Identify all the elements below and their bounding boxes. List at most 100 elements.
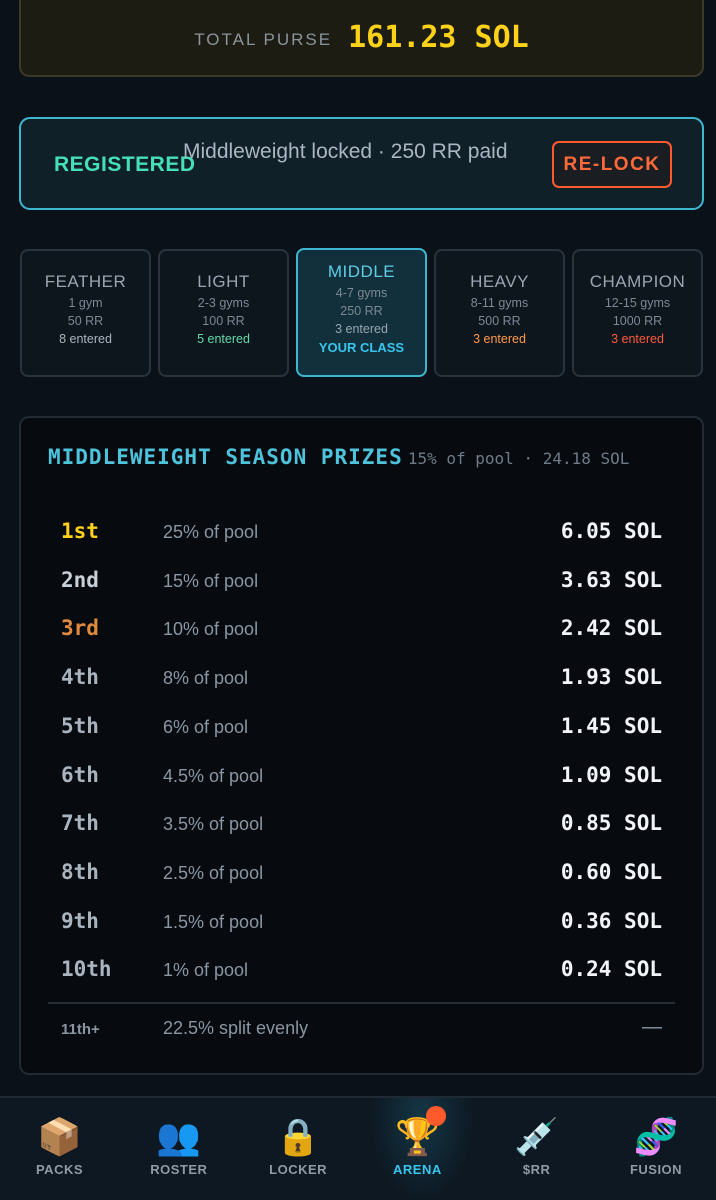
prize-rank: 4th — [61, 665, 99, 690]
prizes-divider — [48, 1002, 675, 1004]
relock-button[interactable]: RE-LOCK — [552, 141, 672, 188]
people-icon: 👥 — [156, 1117, 202, 1158]
prize-row: 5th 6% of pool 1.45 SOL — [21, 709, 702, 749]
prize-row: 8th 2.5% of pool 0.60 SOL — [21, 855, 702, 895]
prize-share: 2.5% of pool — [163, 862, 264, 883]
prize-row: 2nd 15% of pool 3.63 SOL — [21, 563, 702, 603]
class-name: FEATHER — [44, 272, 127, 291]
nav-tab-arena[interactable]: 🏆 ARENA — [358, 1098, 477, 1200]
prize-share: 8% of pool — [163, 668, 249, 689]
prize-amount: 1.09 SOL — [560, 762, 662, 787]
nav-tab-label: PACKS — [35, 1162, 84, 1177]
prize-amount: 0.60 SOL — [560, 859, 662, 884]
nav-tab-rr[interactable]: 💉 $RR — [477, 1098, 596, 1200]
total-purse-value: 161.23 SOL — [348, 20, 529, 55]
class-entered: 3 entered — [335, 322, 388, 336]
prize-share: 1% of pool — [163, 960, 249, 981]
prize-rank: 10th — [61, 957, 112, 982]
class-gyms: 4-7 gyms — [335, 286, 388, 300]
prize-rank: 7th — [61, 811, 99, 836]
class-gyms: 2-3 gyms — [197, 296, 250, 310]
prize-share: 6% of pool — [163, 716, 249, 737]
prize-share: 3.5% of pool — [163, 814, 264, 835]
prize-amount: — — [642, 1016, 662, 1038]
nav-tab-label: $RR — [522, 1162, 551, 1177]
prize-amount: 0.85 SOL — [560, 811, 662, 836]
dna-icon: 🧬 — [633, 1117, 679, 1158]
your-class-badge: YOUR CLASS — [318, 340, 405, 355]
prizes-title: MIDDLEWEIGHT SEASON PRIZES — [48, 445, 403, 469]
trophy-icon: 🏆 — [394, 1117, 440, 1158]
class-entered: 3 entered — [473, 332, 526, 346]
prize-row: 4th 8% of pool 1.93 SOL — [21, 660, 702, 700]
class-entered: 5 entered — [197, 332, 250, 346]
nav-tab-label: ROSTER — [150, 1162, 208, 1177]
registration-panel: REGISTERED Middleweight locked · 250 RR … — [19, 117, 704, 210]
class-fee: 250 RR — [340, 304, 383, 318]
notification-badge — [426, 1106, 446, 1126]
class-card-light[interactable]: LIGHT 2-3 gyms 100 RR 5 entered — [158, 249, 289, 377]
class-gyms: 12-15 gyms — [604, 296, 671, 310]
class-fee: 100 RR — [202, 314, 245, 328]
class-entered: 3 entered — [611, 332, 664, 346]
prize-rank: 5th — [61, 713, 99, 738]
prizes-heading: MIDDLEWEIGHT SEASON PRIZES 15% of pool ·… — [48, 444, 668, 472]
syringe-icon: 💉 — [514, 1117, 560, 1158]
prize-amount: 1.45 SOL — [560, 713, 662, 738]
class-fee: 500 RR — [478, 314, 521, 328]
prize-share: 10% of pool — [163, 619, 259, 640]
prize-rank: 3rd — [61, 616, 99, 641]
nav-tab-locker[interactable]: 🔒 LOCKER — [239, 1098, 358, 1200]
total-purse-banner: TOTAL PURSE 161.23 SOL — [19, 0, 704, 77]
class-card-feather[interactable]: FEATHER 1 gym 50 RR 8 entered — [20, 249, 151, 377]
prize-amount: 0.36 SOL — [560, 908, 662, 933]
nav-tab-roster[interactable]: 👥 ROSTER — [119, 1098, 238, 1200]
prize-share: 15% of pool — [163, 570, 259, 591]
class-name: CHAMPION — [589, 272, 686, 291]
class-card-middle[interactable]: MIDDLE 4-7 gyms 250 RR 3 entered YOUR CL… — [296, 248, 427, 377]
package-icon: 📦 — [37, 1117, 82, 1158]
prize-share: 1.5% of pool — [163, 911, 264, 932]
prize-row: 7th 3.5% of pool 0.85 SOL — [21, 806, 702, 846]
prize-amount: 6.05 SOL — [560, 519, 662, 543]
prize-rank: 11th+ — [61, 1021, 100, 1038]
prize-share: 25% of pool — [163, 522, 259, 542]
nav-tab-label: LOCKER — [269, 1162, 328, 1177]
class-name: HEAVY — [470, 272, 529, 291]
registration-status: REGISTERED — [54, 153, 196, 176]
prize-amount: 3.63 SOL — [560, 567, 662, 592]
class-card-heavy[interactable]: HEAVY 8-11 gyms 500 RR 3 entered — [434, 249, 565, 377]
prize-row: 6th 4.5% of pool 1.09 SOL — [21, 758, 702, 798]
nav-tab-label: FUSION — [629, 1162, 683, 1177]
prize-row: 1st 25% of pool 6.05 SOL — [21, 514, 702, 554]
prize-row: 3rd 10% of pool 2.42 SOL — [21, 611, 702, 651]
prize-rank: 9th — [61, 908, 99, 933]
prize-row-rest: 11th+ 22.5% split evenly — — [21, 1016, 702, 1046]
prize-rank: 8th — [61, 859, 99, 884]
prize-row: 10th 1% of pool 0.24 SOL — [21, 952, 702, 992]
class-entered: 8 entered — [59, 332, 112, 346]
prize-share: 22.5% split evenly — [163, 1018, 309, 1038]
prize-row: 9th 1.5% of pool 0.36 SOL — [21, 904, 702, 944]
prize-rank: 6th — [61, 762, 99, 787]
bottom-nav: 📦 PACKS 👥 ROSTER 🔒 LOCKER 🏆 ARENA 💉 $RR 🧬 FUSION — [0, 1096, 716, 1200]
prize-amount: 0.24 SOL — [560, 957, 662, 982]
prize-rank: 1st — [61, 519, 99, 543]
prize-share: 4.5% of pool — [163, 765, 264, 786]
class-name: LIGHT — [197, 272, 250, 291]
class-fee: 1000 RR — [612, 314, 663, 328]
prizes-subtitle: 15% of pool · 24.18 SOL — [407, 449, 630, 468]
prize-amount: 1.93 SOL — [560, 665, 662, 690]
class-gyms: 8-11 gyms — [470, 296, 529, 310]
prize-amount: 2.42 SOL — [560, 616, 662, 641]
nav-tab-fusion[interactable]: 🧬 FUSION — [597, 1098, 716, 1200]
nav-tab-packs[interactable]: 📦 PACKS — [0, 1098, 119, 1200]
prize-rank: 2nd — [61, 567, 99, 592]
season-prizes-panel: MIDDLEWEIGHT SEASON PRIZES 15% of pool ·… — [19, 416, 704, 1075]
class-gyms: 1 gym — [68, 296, 103, 310]
registration-details: Middleweight locked · 250 RR paid — [183, 140, 508, 163]
lock-icon: 🔒 — [275, 1117, 321, 1158]
nav-tab-label: ARENA — [393, 1162, 442, 1177]
class-card-champion[interactable]: CHAMPION 12-15 gyms 1000 RR 3 entered — [572, 249, 703, 377]
class-name: MIDDLE — [327, 262, 396, 281]
